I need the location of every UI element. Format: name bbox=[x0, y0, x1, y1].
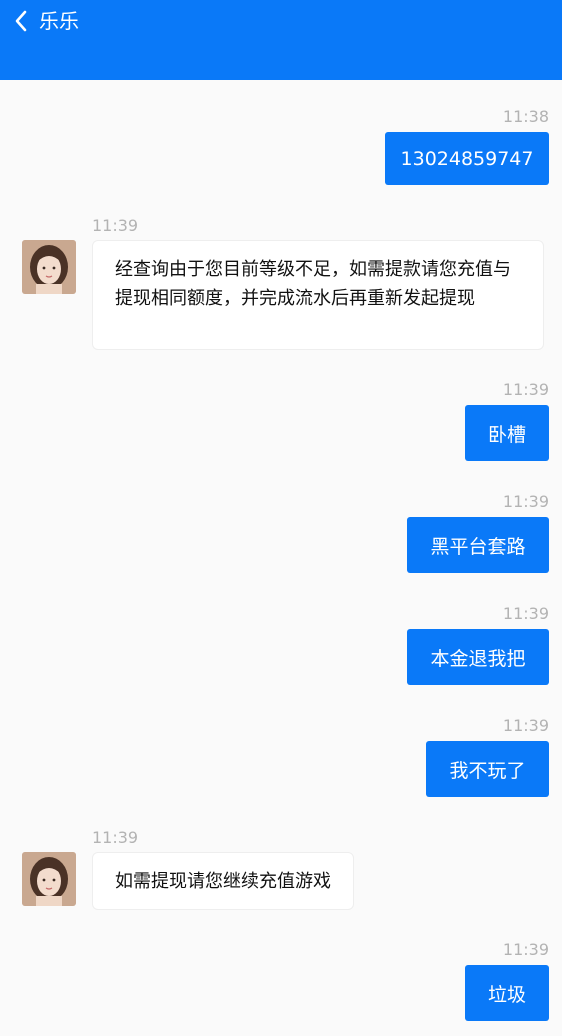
outgoing-message-bubble[interactable]: 黑平台套路 bbox=[407, 517, 549, 573]
incoming-message-bubble[interactable]: 如需提现请您继续充值游戏 bbox=[92, 852, 354, 910]
message-timestamp: 11:39 bbox=[502, 380, 549, 399]
avatar-icon bbox=[22, 852, 76, 906]
message-timestamp: 11:38 bbox=[502, 107, 549, 126]
message-timestamp: 11:39 bbox=[502, 604, 549, 623]
outgoing-message-bubble[interactable]: 我不玩了 bbox=[426, 741, 549, 797]
outgoing-message-bubble[interactable]: 垃圾 bbox=[465, 965, 549, 1021]
incoming-message-bubble[interactable]: 经查询由于您目前等级不足，如需提款请您充值与提现相同额度，并完成流水后再重新发起… bbox=[92, 240, 544, 350]
message-timestamp: 11:39 bbox=[92, 216, 139, 235]
outgoing-message-bubble[interactable]: 卧槽 bbox=[465, 405, 549, 461]
back-button[interactable] bbox=[8, 6, 34, 36]
contact-avatar[interactable] bbox=[22, 240, 76, 294]
contact-avatar[interactable] bbox=[22, 852, 76, 906]
contact-name: 乐乐 bbox=[39, 9, 79, 33]
outgoing-message-bubble[interactable]: 本金退我把 bbox=[407, 629, 549, 685]
message-timestamp: 11:39 bbox=[502, 716, 549, 735]
chat-header: 乐乐 bbox=[0, 0, 562, 80]
message-timestamp: 11:39 bbox=[502, 940, 549, 959]
avatar-icon bbox=[22, 240, 76, 294]
message-timestamp: 11:39 bbox=[502, 492, 549, 511]
chevron-left-icon bbox=[15, 10, 27, 32]
outgoing-message-bubble[interactable]: 13024859747 bbox=[385, 132, 549, 185]
message-timestamp: 11:39 bbox=[92, 828, 139, 847]
